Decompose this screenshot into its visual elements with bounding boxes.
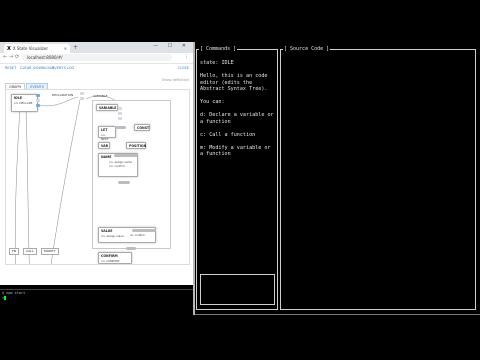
state-confirm-event[interactable]: on: CONFIRM <box>99 259 131 263</box>
event-port[interactable] <box>80 92 84 95</box>
state-fn[interactable]: FN <box>9 248 19 255</box>
state-position[interactable]: POSITION <box>126 142 146 149</box>
commands-paragraph: You can: <box>200 99 225 105</box>
state-position-title: POSITION <box>129 144 147 148</box>
event-pill[interactable] <box>118 181 130 184</box>
show-definition-link[interactable]: Show definition <box>162 78 189 82</box>
event-port[interactable] <box>80 97 84 100</box>
event-pill[interactable] <box>126 247 136 250</box>
statechart-canvas[interactable]: IDLE on: DECLARE DECLARATION VARIABLE VA… <box>5 89 190 265</box>
commands-panel: [ Commands ] state: IDLE Hello, this is … <box>196 46 278 310</box>
browser-window: XX State Visualizer ✕ + — ☐ ✕ ← → ⟳ loca… <box>0 42 193 285</box>
command-declare: d: Declare a variable or a function <box>200 112 274 125</box>
toolbar-events-log-button[interactable]: EVENTS LOG <box>52 66 74 70</box>
toolbar-close-button[interactable]: CLOSE <box>178 66 189 70</box>
toolbar-download-button[interactable]: DOWNLOAD <box>33 66 54 70</box>
state-value-event[interactable]: on: assign.value <box>99 234 155 238</box>
state-const[interactable]: CONST <box>134 124 150 131</box>
forward-icon[interactable]: → <box>9 54 13 60</box>
terminal-divider <box>0 289 193 290</box>
state-var[interactable]: VAR <box>98 142 110 149</box>
state-const-title: CONST <box>137 126 150 130</box>
state-let-event[interactable]: on: NEXT <box>99 133 115 141</box>
terminal-prompt: > <box>2 296 7 300</box>
state-declaration-label: DECLARATION <box>52 93 74 97</box>
tab-title: X State Visualizer <box>12 46 48 51</box>
tab-bar: XX State Visualizer ✕ + — ☐ ✕ <box>0 42 193 53</box>
visualizer-toolbar: RESET CLEAR DOWNLOAD EVENTS LOG CLOSE <box>0 64 193 74</box>
terminal-pane[interactable]: $ npm start > <box>0 289 193 319</box>
state-modify[interactable]: MODIFY <box>41 248 59 255</box>
state-value-event[interactable]: on: confirm <box>130 234 145 237</box>
pane-separator[interactable] <box>193 42 195 315</box>
state-line: state: IDLE <box>200 60 234 66</box>
commands-text: state: IDLE Hello, this is an code edito… <box>200 60 275 164</box>
state-var-title: VAR <box>101 144 109 148</box>
event-port[interactable] <box>118 112 122 115</box>
back-icon[interactable]: ← <box>3 54 7 60</box>
commands-paragraph: Hello, this is an code editor (edits the… <box>200 73 268 92</box>
event-port[interactable] <box>36 94 40 97</box>
state-let[interactable]: LET on: NEXT <box>98 126 116 141</box>
browser-menu-icon[interactable]: ⋮ <box>184 54 189 60</box>
commands-panel-title: [ Commands ] <box>199 46 238 53</box>
state-variable-label: VARIABLE <box>93 94 108 98</box>
state-confirm[interactable]: CONFIRM on: CONFIRM <box>98 252 132 264</box>
event-port[interactable] <box>118 117 122 120</box>
event-port[interactable] <box>36 99 40 102</box>
state-idle[interactable]: IDLE on: DECLARE <box>11 94 38 112</box>
new-tab-button[interactable]: + <box>73 44 78 52</box>
command-call: c: Call a function <box>200 131 256 138</box>
status-line <box>195 314 480 315</box>
command-input-box[interactable] <box>200 274 275 305</box>
terminal-line: $ npm start <box>2 291 26 295</box>
source-code-panel[interactable]: [ Source Code ] <box>280 46 476 310</box>
state-name-event[interactable]: on: confirm <box>99 164 137 168</box>
reload-icon[interactable]: ⟳ <box>15 54 19 60</box>
address-bar-row: ← → ⟳ localhost:8080/#/ ⋮ <box>0 53 193 64</box>
close-tab-icon[interactable]: ✕ <box>64 44 67 53</box>
state-variable-title: VARIABLE <box>99 106 117 110</box>
browser-tab[interactable]: XX State Visualizer ✕ <box>4 44 70 53</box>
toolbar-clear-button[interactable]: CLEAR <box>20 66 31 70</box>
terminal-cursor <box>4 296 7 300</box>
toolbar-reset-button[interactable]: RESET <box>5 66 16 70</box>
window-controls[interactable]: — ☐ ✕ <box>153 43 190 49</box>
event-pill[interactable] <box>116 126 126 129</box>
state-call[interactable]: CALL <box>23 248 37 255</box>
state-idle-event[interactable]: on: DECLARE <box>12 101 37 105</box>
event-pill[interactable] <box>114 154 138 157</box>
source-code-panel-title: [ Source Code ] <box>283 46 331 53</box>
state-variable[interactable]: VARIABLE <box>96 104 118 111</box>
event-pill[interactable] <box>132 229 156 232</box>
command-modify: m: Modify a variable or a function <box>200 144 271 158</box>
event-port[interactable] <box>36 104 40 107</box>
event-port[interactable] <box>118 107 122 110</box>
url-input[interactable]: localhost:8080/#/ <box>22 54 172 61</box>
